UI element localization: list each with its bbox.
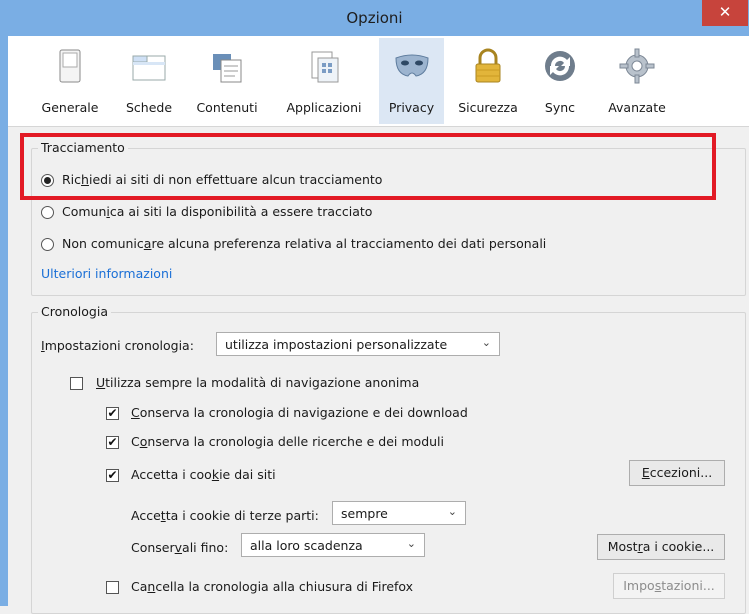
more-info-link[interactable]: Ulteriori informazioni <box>41 266 172 281</box>
close-button[interactable]: ✕ <box>702 0 748 26</box>
highlight-box <box>20 133 716 200</box>
tab-privacy[interactable]: Privacy <box>379 38 444 124</box>
content-icon <box>213 54 242 83</box>
history-settings-button[interactable]: Impostazioni... <box>613 573 725 599</box>
clear-on-close-label[interactable]: Cancella la cronologia alla chiusura di … <box>131 579 413 594</box>
keep-history-label[interactable]: Conserva la cronologia di navigazione e … <box>131 405 468 420</box>
clear-on-close-checkbox[interactable] <box>106 581 119 594</box>
tab-sync[interactable]: Sync <box>534 38 586 124</box>
tab-avanzate[interactable]: Avanzate <box>600 38 674 124</box>
tab-sicurezza[interactable]: Sicurezza <box>454 38 522 124</box>
chevron-down-icon: ⌄ <box>447 505 457 518</box>
history-legend: Cronologia <box>38 304 111 319</box>
private-mode-label[interactable]: Utilizza sempre la modalità di navigazio… <box>96 375 419 390</box>
keep-search-checkbox[interactable]: ✔ <box>106 436 119 449</box>
tab-schede[interactable]: Schede <box>118 38 180 124</box>
keep-until-label: Conservali fino: <box>131 540 229 555</box>
tab-label: Generale <box>41 100 99 115</box>
tabs-icon <box>132 55 166 81</box>
history-settings-select[interactable]: utilizza impostazioni personalizzate ⌄ <box>216 332 500 356</box>
no-preference-label[interactable]: Non comunicare alcuna preferenza relativ… <box>62 236 546 251</box>
exceptions-button[interactable]: Eccezioni... <box>629 460 725 486</box>
keep-search-label[interactable]: Conserva la cronologia delle ricerche e … <box>131 434 444 449</box>
third-party-select[interactable]: sempre ⌄ <box>332 501 466 525</box>
tab-applicazioni[interactable]: Applicazioni <box>278 38 370 124</box>
history-settings-label: Impostazioni cronologia: <box>41 338 194 353</box>
allow-tracking-radio[interactable] <box>41 206 54 219</box>
tab-label: Privacy <box>388 100 435 115</box>
preferences-toolbar: Generale Schede Contenuti Applicazioni P… <box>8 36 749 127</box>
tab-label: Avanzate <box>608 100 666 115</box>
tab-generale[interactable]: Generale <box>36 38 104 124</box>
tab-label: Sicurezza <box>458 100 518 115</box>
applications-icon <box>311 51 339 83</box>
mask-icon <box>394 54 429 77</box>
window-frame-left <box>0 0 8 606</box>
no-preference-radio[interactable] <box>41 238 54 251</box>
gear-icon <box>619 48 655 84</box>
third-party-label: Accetta i cookie di terze parti: <box>131 508 319 523</box>
keep-until-select[interactable]: alla loro scadenza ⌄ <box>241 533 425 557</box>
privacy-panel: Tracciamento Richiedi ai siti di non eff… <box>8 127 749 614</box>
tab-contenuti[interactable]: Contenuti <box>192 38 262 124</box>
window-title: Opzioni <box>346 9 403 27</box>
chevron-down-icon: ⌄ <box>481 336 491 349</box>
switch-icon <box>59 49 81 83</box>
keep-history-checkbox[interactable]: ✔ <box>106 407 119 420</box>
accept-cookies-checkbox[interactable]: ✔ <box>106 469 119 482</box>
lock-icon <box>475 48 501 83</box>
third-party-value: sempre <box>341 506 388 521</box>
accept-cookies-label[interactable]: Accetta i cookie dai siti <box>131 467 276 482</box>
private-mode-checkbox[interactable] <box>70 377 83 390</box>
allow-tracking-label[interactable]: Comunica ai siti la disponibilità a esse… <box>62 204 372 219</box>
sync-icon <box>545 51 575 81</box>
keep-until-value: alla loro scadenza <box>250 538 363 553</box>
show-cookies-button[interactable]: Mostra i cookie... <box>597 534 725 560</box>
history-settings-value: utilizza impostazioni personalizzate <box>225 337 448 352</box>
tab-label: Applicazioni <box>286 100 362 115</box>
title-bar[interactable]: Opzioni ✕ <box>0 0 749 36</box>
tab-label: Sync <box>544 100 576 115</box>
tab-label: Contenuti <box>196 100 258 115</box>
chevron-down-icon: ⌄ <box>406 537 416 550</box>
tab-label: Schede <box>125 100 173 115</box>
